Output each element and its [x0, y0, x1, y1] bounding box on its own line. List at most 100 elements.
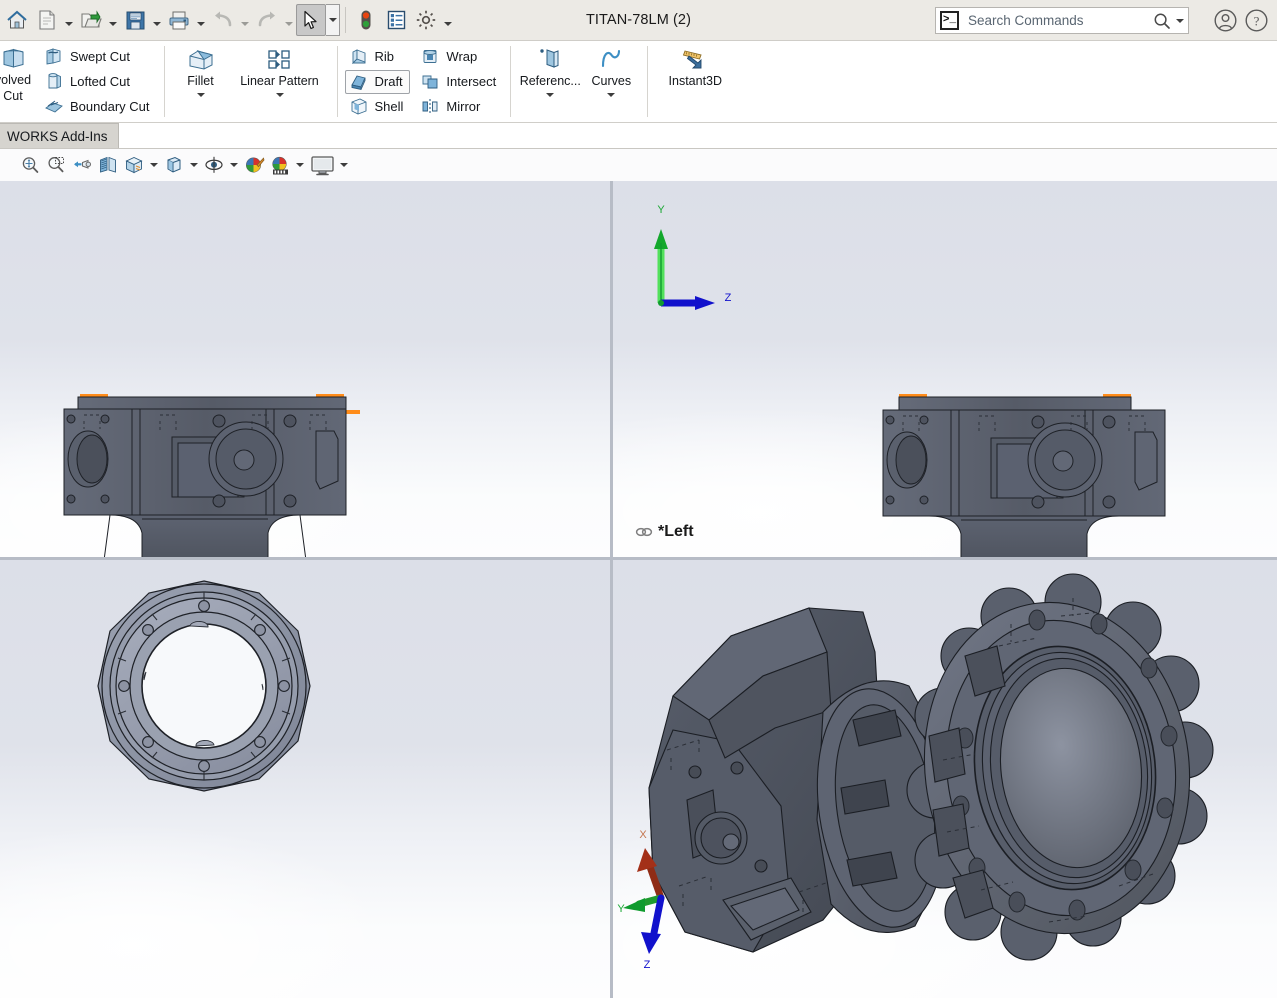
model-hub-flange-axial	[97, 580, 311, 792]
edit-appearance-button[interactable]	[242, 153, 266, 177]
ribbon-group-modeling-tools: Rib Draft Shell Wrap Intersect Mirror	[344, 41, 504, 122]
hide-show-items-button[interactable]	[202, 153, 226, 177]
axis-y-label: Y	[657, 204, 665, 216]
rib-icon	[349, 47, 369, 66]
curves-button[interactable]: Curves	[582, 43, 640, 120]
reference-geometry-button[interactable]: Referenc...	[518, 43, 582, 120]
command-prompt-icon: >_	[940, 11, 959, 30]
linear-pattern-label: Linear Pattern	[240, 74, 319, 88]
lofted-cut-button[interactable]: Lofted Cut	[40, 70, 157, 94]
user-account-icon[interactable]	[1213, 8, 1238, 33]
viewport-top-right[interactable]: Y Z *Left	[613, 181, 1277, 557]
viewport-bottom-right[interactable]: X Y Z	[613, 560, 1277, 998]
hide-show-items-dropdown[interactable]	[228, 153, 240, 177]
search-dropdown-icon[interactable]	[1176, 18, 1184, 23]
boundary-cut-label: Boundary Cut	[70, 99, 150, 114]
triad-left-orthographic: Y Z	[654, 204, 732, 310]
revolved-cut-label-line2: Cut	[3, 89, 23, 104]
fillet-icon	[186, 47, 216, 72]
viewport-splitter-vertical[interactable]	[610, 181, 613, 998]
viewport-bottom-left[interactable]	[0, 560, 610, 998]
section-view-icon	[100, 156, 116, 173]
revolved-cut-button[interactable]: volved Cut	[0, 43, 36, 120]
curves-icon	[597, 47, 625, 72]
linear-pattern-dropdown[interactable]	[275, 93, 284, 120]
heads-up-view-toolbar	[0, 149, 1277, 181]
viewport-layout-dropdown[interactable]	[338, 153, 350, 177]
display-style-button[interactable]	[162, 153, 186, 177]
intersect-icon	[420, 72, 440, 91]
wrap-label: Wrap	[446, 49, 478, 64]
swept-cut-button[interactable]: Swept Cut	[40, 45, 157, 69]
ribbon-separator-1	[163, 46, 165, 117]
shell-icon	[349, 97, 369, 116]
draft-button[interactable]: Draft	[344, 69, 411, 94]
axis-y-arrow	[654, 229, 668, 303]
revolved-cut-icon	[0, 47, 27, 71]
curves-dropdown[interactable]	[607, 93, 616, 120]
display-style-dropdown[interactable]	[188, 153, 200, 177]
intersect-label: Intersect	[446, 74, 497, 89]
search-input[interactable]: Search Commands	[959, 13, 1153, 28]
reference-geometry-icon	[536, 47, 564, 72]
ribbon-group-instant3d: Instant3D	[655, 41, 735, 122]
model-gearbox-housing-front	[63, 394, 360, 557]
eye-appearance-icon	[245, 156, 264, 172]
viewport-layout-button[interactable]	[308, 153, 336, 177]
tab-solidworks-add-ins[interactable]: WORKS Add-Ins	[0, 123, 119, 148]
apply-scene-button[interactable]	[268, 153, 292, 177]
ribbon-toolbar: volved Cut Swept Cut	[0, 41, 1277, 123]
lofted-cut-icon	[44, 72, 64, 91]
wrap-button[interactable]: Wrap	[416, 45, 503, 69]
zoom-to-fit-icon	[22, 157, 39, 173]
zoom-to-area-button[interactable]	[44, 153, 68, 177]
reference-geometry-label: Referenc...	[519, 74, 581, 88]
viewport-top-left[interactable]	[0, 181, 610, 557]
section-view-button[interactable]	[96, 153, 120, 177]
view-orientation-dropdown[interactable]	[148, 153, 160, 177]
previous-view-button[interactable]	[70, 153, 94, 177]
view-orientation-button[interactable]	[122, 153, 146, 177]
viewport-splitter-horizontal[interactable]	[0, 557, 1277, 560]
apply-scene-dropdown[interactable]	[294, 153, 306, 177]
linked-view-icon	[635, 526, 653, 538]
linear-pattern-button[interactable]: Linear Pattern	[230, 43, 330, 120]
graphics-area: Y Z *Left X Y Z	[0, 181, 1277, 998]
intersect-button[interactable]: Intersect	[416, 70, 503, 94]
fillet-dropdown[interactable]	[196, 93, 205, 120]
rib-button[interactable]: Rib	[345, 45, 411, 69]
hide-show-cube-icon	[205, 156, 223, 173]
cut-features-stack: Swept Cut Lofted Cut Boundary Cut	[40, 43, 157, 120]
monitor-viewport-icon	[310, 155, 334, 175]
ribbon-separator-4	[647, 46, 649, 117]
titlebar-right-icons: ?	[1213, 8, 1269, 33]
apply-scene-icon	[271, 156, 288, 174]
fillet-button[interactable]: Fillet	[172, 43, 230, 120]
revolved-cut-label-line1: volved	[0, 73, 32, 87]
ribbon-group-cut-features: volved Cut Swept Cut	[0, 41, 157, 122]
shell-button[interactable]: Shell	[345, 95, 411, 119]
rib-label: Rib	[374, 49, 395, 64]
instant3d-button[interactable]: Instant3D	[655, 43, 735, 120]
axis-z-label: Z	[725, 292, 732, 304]
magnifier-icon[interactable]	[1153, 12, 1171, 30]
mirror-label: Mirror	[446, 99, 481, 114]
ribbon-tab-strip: WORKS Add-Ins	[0, 123, 1277, 149]
axis-y-label: Y	[617, 903, 625, 915]
mirror-button[interactable]: Mirror	[416, 95, 503, 119]
ribbon-group-reference-curves: Referenc... Curves	[518, 41, 640, 122]
display-style-icon	[167, 156, 181, 173]
ribbon-separator-3	[510, 46, 512, 117]
zoom-to-area-icon	[48, 157, 64, 173]
boundary-cut-icon	[44, 97, 64, 116]
zoom-to-fit-button[interactable]	[18, 153, 42, 177]
title-bar: TITAN-78LM (2) >_ Search Commands ?	[0, 0, 1277, 41]
search-commands-box[interactable]: >_ Search Commands	[935, 7, 1189, 34]
reference-geometry-dropdown[interactable]	[546, 93, 555, 120]
instant3d-icon	[680, 47, 710, 72]
help-question-icon[interactable]: ?	[1244, 8, 1269, 33]
previous-view-icon	[74, 159, 91, 169]
wrap-icon	[420, 47, 440, 66]
view-orientation-label: *Left	[658, 523, 694, 540]
boundary-cut-button[interactable]: Boundary Cut	[40, 95, 157, 119]
